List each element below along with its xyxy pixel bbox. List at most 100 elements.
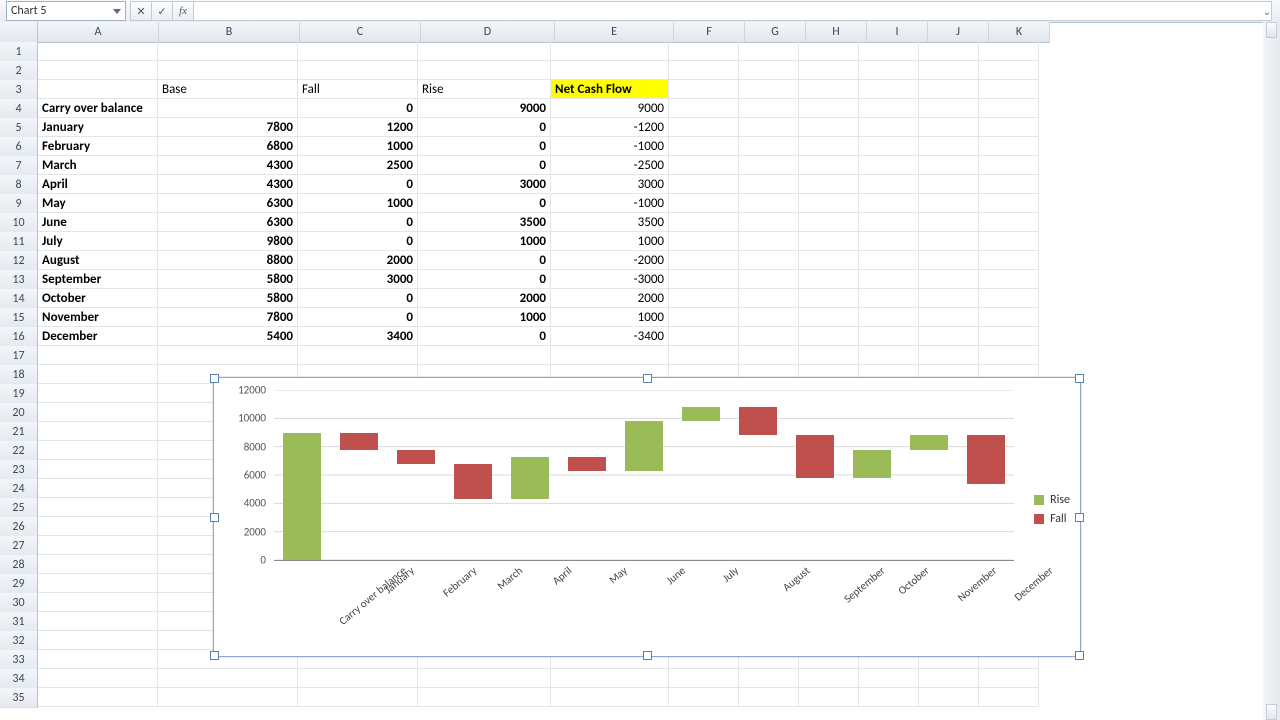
- cell[interactable]: [158, 42, 298, 61]
- column-header[interactable]: H: [806, 22, 867, 43]
- cell[interactable]: 0: [418, 137, 551, 156]
- cell[interactable]: 5800: [158, 270, 298, 289]
- cell[interactable]: [418, 61, 551, 80]
- cell[interactable]: [859, 346, 919, 365]
- row-header[interactable]: 28: [0, 555, 38, 575]
- column-header[interactable]: G: [745, 22, 806, 43]
- cell[interactable]: May: [38, 194, 158, 213]
- cell[interactable]: [38, 460, 158, 479]
- cell[interactable]: [859, 42, 919, 61]
- cell[interactable]: 6800: [158, 137, 298, 156]
- cell[interactable]: 2000: [298, 251, 418, 270]
- row-header[interactable]: 2: [0, 61, 38, 81]
- cell[interactable]: [799, 61, 859, 80]
- cell[interactable]: [799, 118, 859, 137]
- cell[interactable]: [551, 42, 669, 61]
- cell[interactable]: [418, 42, 551, 61]
- cell[interactable]: [669, 346, 739, 365]
- row-header[interactable]: 24: [0, 479, 38, 499]
- row-header[interactable]: 5: [0, 118, 38, 138]
- cell[interactable]: [38, 517, 158, 536]
- cell[interactable]: [979, 175, 1039, 194]
- column-header[interactable]: B: [159, 22, 300, 43]
- cell[interactable]: 0: [298, 232, 418, 251]
- resize-handle[interactable]: [643, 374, 652, 383]
- cell[interactable]: [799, 156, 859, 175]
- cell[interactable]: [38, 650, 158, 669]
- cell[interactable]: 2500: [298, 156, 418, 175]
- cell[interactable]: [38, 365, 158, 384]
- cell[interactable]: 7800: [158, 308, 298, 327]
- cell[interactable]: [669, 61, 739, 80]
- cell[interactable]: [859, 118, 919, 137]
- cell[interactable]: [158, 669, 298, 688]
- bar-rise[interactable]: [511, 457, 549, 500]
- cell[interactable]: [298, 346, 418, 365]
- cell[interactable]: [739, 99, 799, 118]
- cell[interactable]: [38, 422, 158, 441]
- cell[interactable]: [979, 232, 1039, 251]
- cell[interactable]: [979, 308, 1039, 327]
- cell[interactable]: [739, 175, 799, 194]
- cell[interactable]: 4300: [158, 175, 298, 194]
- cell[interactable]: [38, 441, 158, 460]
- cell[interactable]: [799, 213, 859, 232]
- cell[interactable]: [739, 289, 799, 308]
- cell[interactable]: [38, 593, 158, 612]
- cell[interactable]: April: [38, 175, 158, 194]
- row-header[interactable]: 7: [0, 156, 38, 176]
- cell[interactable]: [799, 270, 859, 289]
- column-header[interactable]: C: [300, 22, 421, 43]
- row-header[interactable]: 27: [0, 536, 38, 556]
- cell[interactable]: [669, 251, 739, 270]
- cell[interactable]: [859, 137, 919, 156]
- cell[interactable]: January: [38, 118, 158, 137]
- cell[interactable]: [739, 194, 799, 213]
- cell[interactable]: [739, 346, 799, 365]
- bar-rise[interactable]: [625, 421, 663, 471]
- cell[interactable]: March: [38, 156, 158, 175]
- chart-object[interactable]: 020004000600080001000012000 Carry over b…: [213, 377, 1081, 657]
- cell[interactable]: [919, 118, 979, 137]
- cell[interactable]: [669, 308, 739, 327]
- bar-fall[interactable]: [739, 407, 777, 435]
- cell[interactable]: [799, 175, 859, 194]
- column-header[interactable]: K: [989, 22, 1050, 43]
- row-header[interactable]: 4: [0, 99, 38, 119]
- cell[interactable]: Net Cash Flow: [551, 80, 669, 99]
- row-header[interactable]: 13: [0, 270, 38, 290]
- bar-fall[interactable]: [340, 433, 378, 450]
- cell[interactable]: 1000: [418, 308, 551, 327]
- cell[interactable]: 0: [298, 213, 418, 232]
- expand-formula-icon[interactable]: ⌄: [1258, 2, 1276, 20]
- cell[interactable]: [158, 99, 298, 118]
- cell[interactable]: [669, 669, 739, 688]
- cell[interactable]: [859, 213, 919, 232]
- formula-input[interactable]: [194, 1, 1272, 21]
- cell[interactable]: [799, 99, 859, 118]
- row-header[interactable]: 8: [0, 175, 38, 195]
- cell[interactable]: [669, 99, 739, 118]
- column-header[interactable]: I: [867, 22, 928, 43]
- cell[interactable]: [859, 251, 919, 270]
- cell[interactable]: [979, 137, 1039, 156]
- cell[interactable]: [799, 251, 859, 270]
- cell[interactable]: 1000: [418, 232, 551, 251]
- cell[interactable]: [739, 80, 799, 99]
- cell[interactable]: [919, 346, 979, 365]
- row-header[interactable]: 16: [0, 327, 38, 347]
- legend-item-fall[interactable]: Fall: [1034, 512, 1070, 526]
- row-header[interactable]: 19: [0, 384, 38, 404]
- cell[interactable]: [298, 42, 418, 61]
- bar-fall[interactable]: [397, 450, 435, 464]
- bar-fall[interactable]: [967, 435, 1005, 483]
- cell[interactable]: [979, 289, 1039, 308]
- row-header[interactable]: 34: [0, 669, 38, 689]
- row-header[interactable]: 1: [0, 42, 38, 62]
- cell[interactable]: [669, 80, 739, 99]
- cell[interactable]: [919, 289, 979, 308]
- cell[interactable]: [859, 194, 919, 213]
- cell[interactable]: [919, 251, 979, 270]
- cell[interactable]: [669, 270, 739, 289]
- row-header[interactable]: 9: [0, 194, 38, 214]
